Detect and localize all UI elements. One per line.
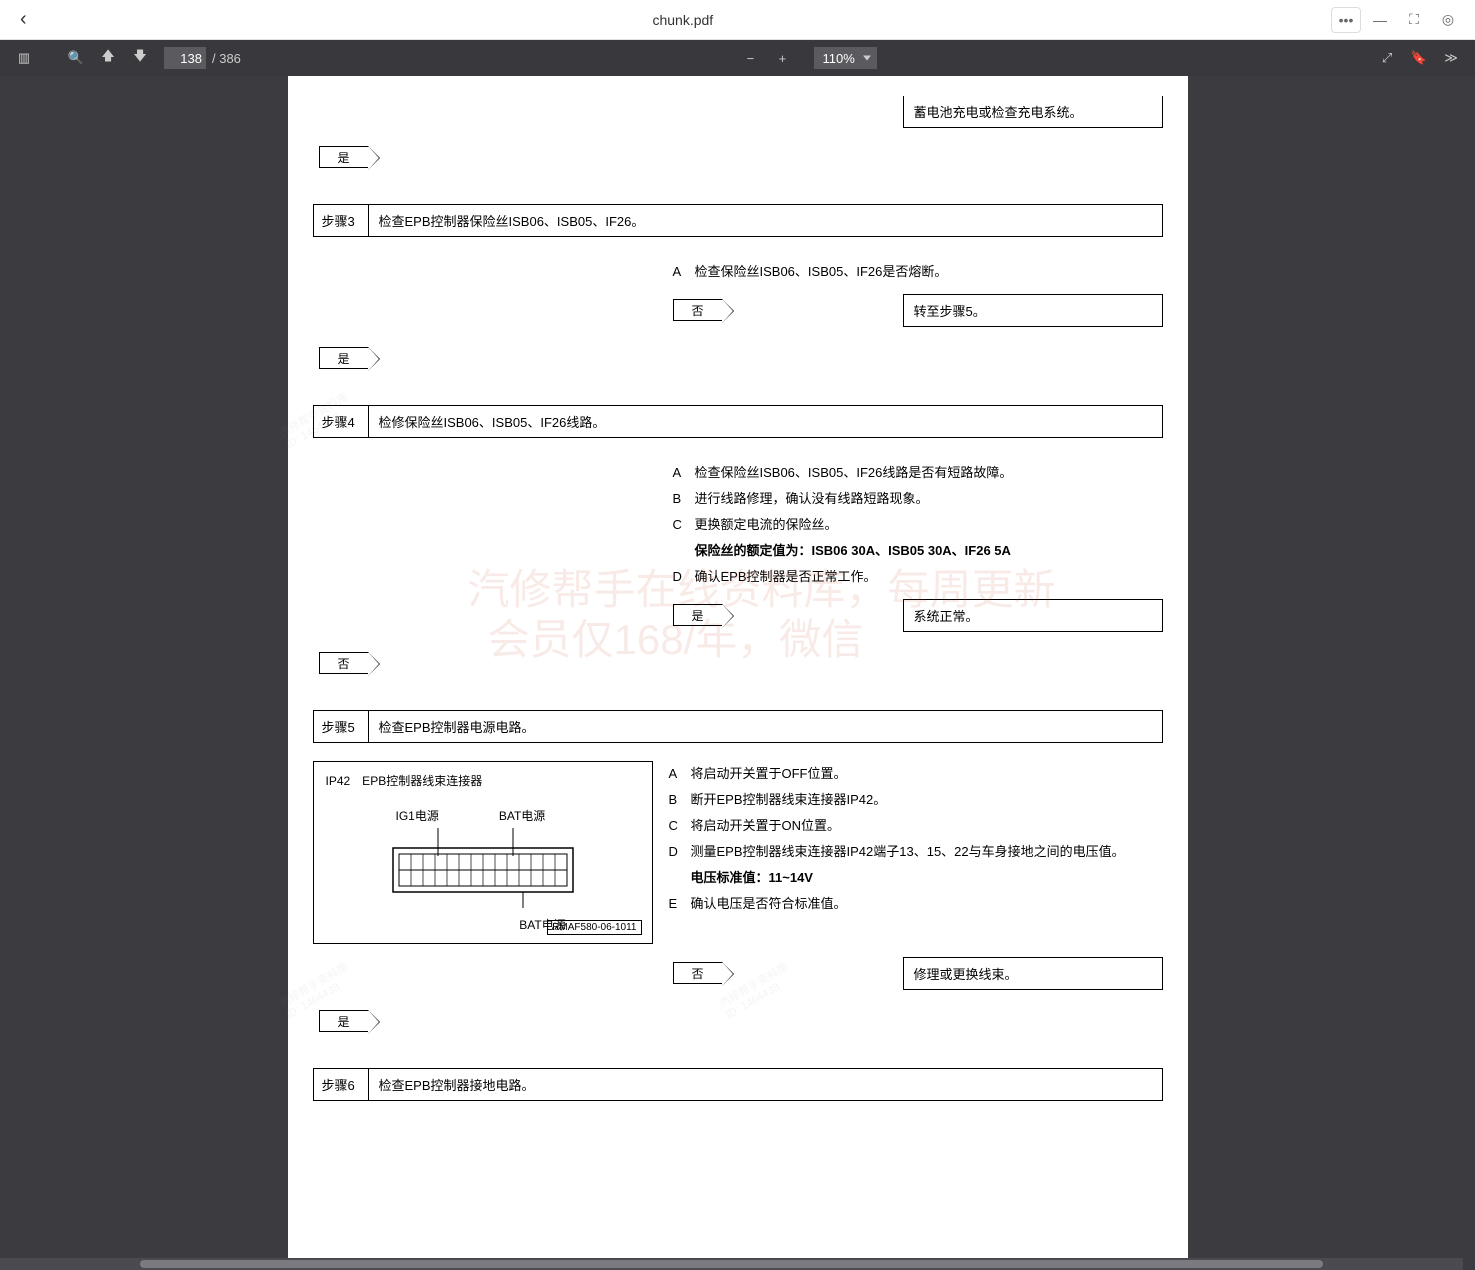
sidebar-toggle-icon[interactable]: ▥ [8, 42, 40, 74]
step-row: 步骤3 检查EPB控制器保险丝ISB06、ISB05、IF26。 [313, 204, 1163, 237]
window-title: chunk.pdf [35, 12, 1331, 28]
connector-title: IP42 EPB控制器线束连接器 [326, 772, 640, 789]
window-controls: ••• — ⛶ ◎ [1331, 7, 1463, 33]
decision-no: 否 [319, 652, 369, 674]
step-label: 步骤4 [314, 406, 369, 437]
list-item: 进行线路修理，确认没有线路短路现象。 [695, 486, 929, 512]
maximize-button[interactable]: ⛶ [1399, 7, 1429, 33]
list-item: 检查保险丝ISB06、ISB05、IF26线路是否有短路故障。 [695, 460, 1013, 486]
list-item: 测量EPB控制器线束连接器IP42端子13、15、22与车身接地之间的电压值。 [691, 839, 1125, 865]
pin-label: BAT电源 [499, 807, 545, 824]
list-item: 确认电压是否符合标准值。 [691, 891, 847, 917]
pdf-toolbar: ▥ 🔍 🡅 🡇 / 386 − + 110% ⤢ 🔖 ≫ [0, 40, 1475, 76]
list-item: 确认EPB控制器是否正常工作。 [695, 564, 877, 590]
next-page-icon[interactable]: 🡇 [124, 42, 156, 74]
page-total: / 386 [212, 51, 241, 66]
page-number-input[interactable] [164, 47, 206, 69]
decision-yes: 是 [319, 1010, 369, 1032]
horizontal-scrollbar[interactable] [0, 1258, 1463, 1270]
step-content: 检查EPB控制器保险丝ISB06、ISB05、IF26。 [369, 205, 1162, 236]
zoom-select[interactable]: 110% [814, 47, 877, 69]
zoom-in-icon[interactable]: + [766, 42, 798, 74]
pdf-viewer[interactable]: 汽修帮手在线资料库，每周更新 会员仅168/年，微信 汽修帮手资料库ID: 14… [0, 76, 1475, 1270]
decision-no: 否 [673, 962, 723, 984]
sub-list: A检查保险丝ISB06、ISB05、IF26线路是否有短路故障。 B进行线路修理… [673, 460, 1163, 590]
step-content: 检查EPB控制器电源电路。 [369, 711, 1162, 742]
decision-yes: 是 [319, 347, 369, 369]
connector-diagram: IP42 EPB控制器线束连接器 IG1电源 BAT电源 BAT电源 RMAF5… [313, 761, 653, 944]
title-bar: ‹ chunk.pdf ••• — ⛶ ◎ [0, 0, 1475, 40]
step-content: 检查EPB控制器接地电路。 [369, 1069, 1162, 1100]
pdf-page: 汽修帮手在线资料库，每周更新 会员仅168/年，微信 汽修帮手资料库ID: 14… [288, 76, 1188, 1270]
image-id: RMAF580-06-1011 [547, 920, 641, 935]
fullscreen-icon[interactable]: ⤢ [1371, 42, 1403, 74]
step-label: 步骤5 [314, 711, 369, 742]
action-box: 修理或更换线束。 [903, 957, 1163, 990]
action-box: 蓄电池充电或检查充电系统。 [903, 96, 1163, 128]
decision-yes: 是 [319, 146, 369, 168]
list-item: 将启动开关置于OFF位置。 [691, 761, 847, 787]
fuse-note: 保险丝的额定值为：ISB06 30A、ISB05 30A、IF26 5A [695, 543, 1011, 558]
search-icon[interactable]: 🔍 [60, 42, 92, 74]
decision-yes: 是 [673, 604, 723, 626]
decision-row: 否 转至步骤5。 [313, 291, 1163, 329]
decision-row: 是 系统正常。 [313, 596, 1163, 634]
list-item: 更换额定电流的保险丝。 [695, 512, 838, 538]
step-row: 步骤5 检查EPB控制器电源电路。 [313, 710, 1163, 743]
action-box: 转至步骤5。 [903, 294, 1163, 327]
zoom-out-icon[interactable]: − [734, 42, 766, 74]
connector-svg [383, 828, 583, 908]
more-button[interactable]: ••• [1331, 7, 1361, 33]
back-button[interactable]: ‹ [12, 4, 35, 35]
list-item: 断开EPB控制器线束连接器IP42。 [691, 787, 887, 813]
list-item: 检查保险丝ISB06、ISB05、IF26是否熔断。 [695, 259, 948, 285]
step-row: 步骤4 检修保险丝ISB06、ISB05、IF26线路。 [313, 405, 1163, 438]
action-box: 系统正常。 [903, 599, 1163, 632]
connector-section: IP42 EPB控制器线束连接器 IG1电源 BAT电源 BAT电源 RMAF5… [313, 761, 1163, 944]
target-button[interactable]: ◎ [1433, 7, 1463, 33]
zoom-select-wrap: 110% [806, 47, 877, 69]
minimize-button[interactable]: — [1365, 7, 1395, 33]
pin-label: IG1电源 [396, 807, 439, 824]
step-label: 步骤3 [314, 205, 369, 236]
decision-row: 否 修理或更换线束。 [313, 954, 1163, 992]
sub-list: A将启动开关置于OFF位置。 B断开EPB控制器线束连接器IP42。 C将启动开… [669, 761, 1163, 917]
step-label: 步骤6 [314, 1069, 369, 1100]
voltage-note: 电压标准值：11~14V [691, 870, 813, 885]
step-content: 检修保险丝ISB06、ISB05、IF26线路。 [369, 406, 1162, 437]
decision-no: 否 [673, 299, 723, 321]
prev-page-icon[interactable]: 🡅 [92, 42, 124, 74]
bookmark-icon[interactable]: 🔖 [1403, 42, 1435, 74]
tools-icon[interactable]: ≫ [1435, 42, 1467, 74]
list-item: 将启动开关置于ON位置。 [691, 813, 841, 839]
step-row: 步骤6 检查EPB控制器接地电路。 [313, 1068, 1163, 1101]
sub-list: A检查保险丝ISB06、ISB05、IF26是否熔断。 [673, 259, 1163, 285]
